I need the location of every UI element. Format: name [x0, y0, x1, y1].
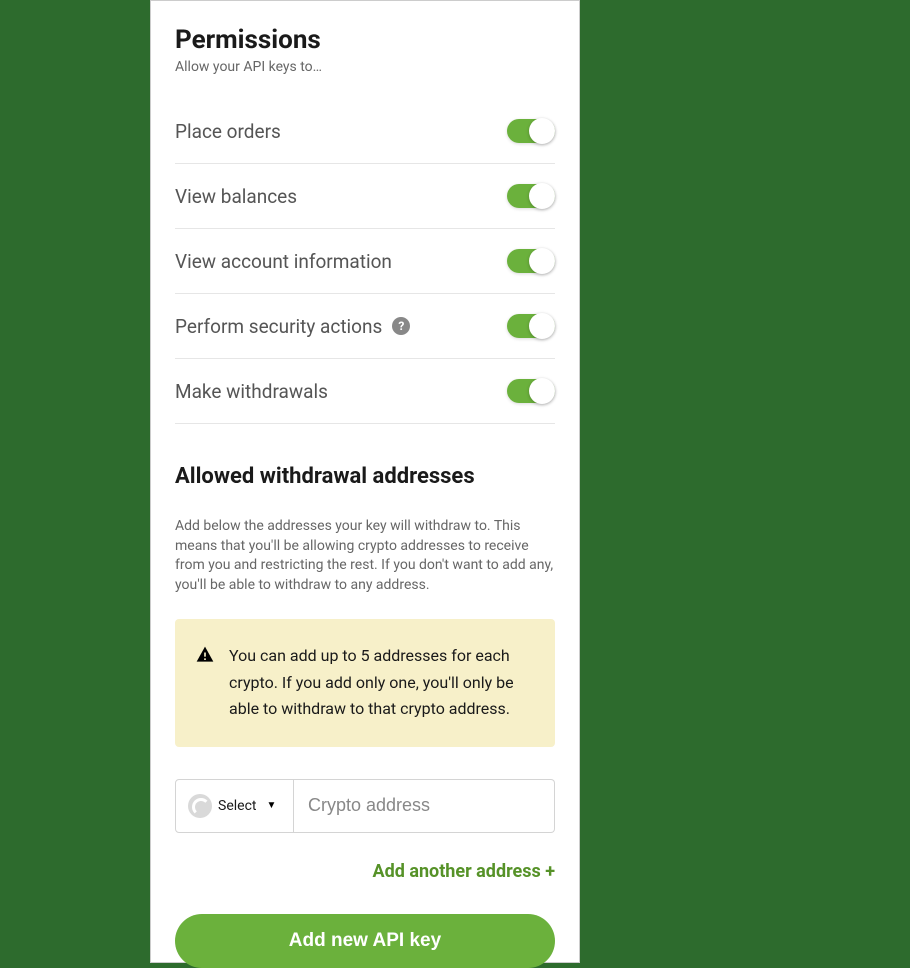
toggle-knob [529, 118, 555, 144]
alert-box: You can add up to 5 addresses for each c… [175, 619, 555, 746]
toggle-place-orders[interactable] [507, 119, 555, 143]
add-another-address-link[interactable]: Add another address + [175, 861, 555, 882]
permission-label: Place orders [175, 120, 281, 143]
permission-row: View balances [175, 164, 555, 229]
address-input-row: Select ▼ [175, 779, 555, 833]
withdrawal-description: Add below the addresses your key will wi… [175, 517, 555, 595]
permission-text: View account information [175, 250, 392, 273]
permission-text: Place orders [175, 120, 281, 143]
toggle-view-account-info[interactable] [507, 249, 555, 273]
permission-row: Perform security actions ? [175, 294, 555, 359]
permission-text: Perform security actions [175, 315, 382, 338]
permission-label: View account information [175, 250, 392, 273]
toggle-knob [529, 378, 555, 404]
toggle-security-actions[interactable] [507, 314, 555, 338]
page-subtitle: Allow your API keys to… [175, 59, 555, 75]
add-api-key-button[interactable]: Add new API key [175, 914, 555, 968]
toggle-make-withdrawals[interactable] [507, 379, 555, 403]
toggle-knob [529, 248, 555, 274]
permission-label: Make withdrawals [175, 380, 328, 403]
toggle-view-balances[interactable] [507, 184, 555, 208]
permission-text: View balances [175, 185, 297, 208]
permissions-panel: Permissions Allow your API keys to… Plac… [150, 0, 580, 963]
permission-text: Make withdrawals [175, 380, 328, 403]
page-title: Permissions [175, 25, 555, 55]
warning-icon [195, 645, 215, 665]
toggle-knob [529, 183, 555, 209]
permission-label: View balances [175, 185, 297, 208]
permission-label: Perform security actions ? [175, 315, 410, 338]
permission-row: View account information [175, 229, 555, 294]
permission-row: Make withdrawals [175, 359, 555, 424]
crypto-placeholder-icon [188, 794, 212, 818]
crypto-address-input[interactable] [294, 779, 555, 833]
alert-text: You can add up to 5 addresses for each c… [229, 643, 535, 722]
chevron-down-icon: ▼ [266, 800, 276, 811]
toggle-knob [529, 313, 555, 339]
permission-row: Place orders [175, 99, 555, 164]
crypto-select-label: Select [218, 798, 256, 814]
help-icon[interactable]: ? [392, 317, 410, 335]
crypto-select[interactable]: Select ▼ [175, 779, 294, 833]
withdrawal-section-title: Allowed withdrawal addresses [175, 464, 555, 489]
